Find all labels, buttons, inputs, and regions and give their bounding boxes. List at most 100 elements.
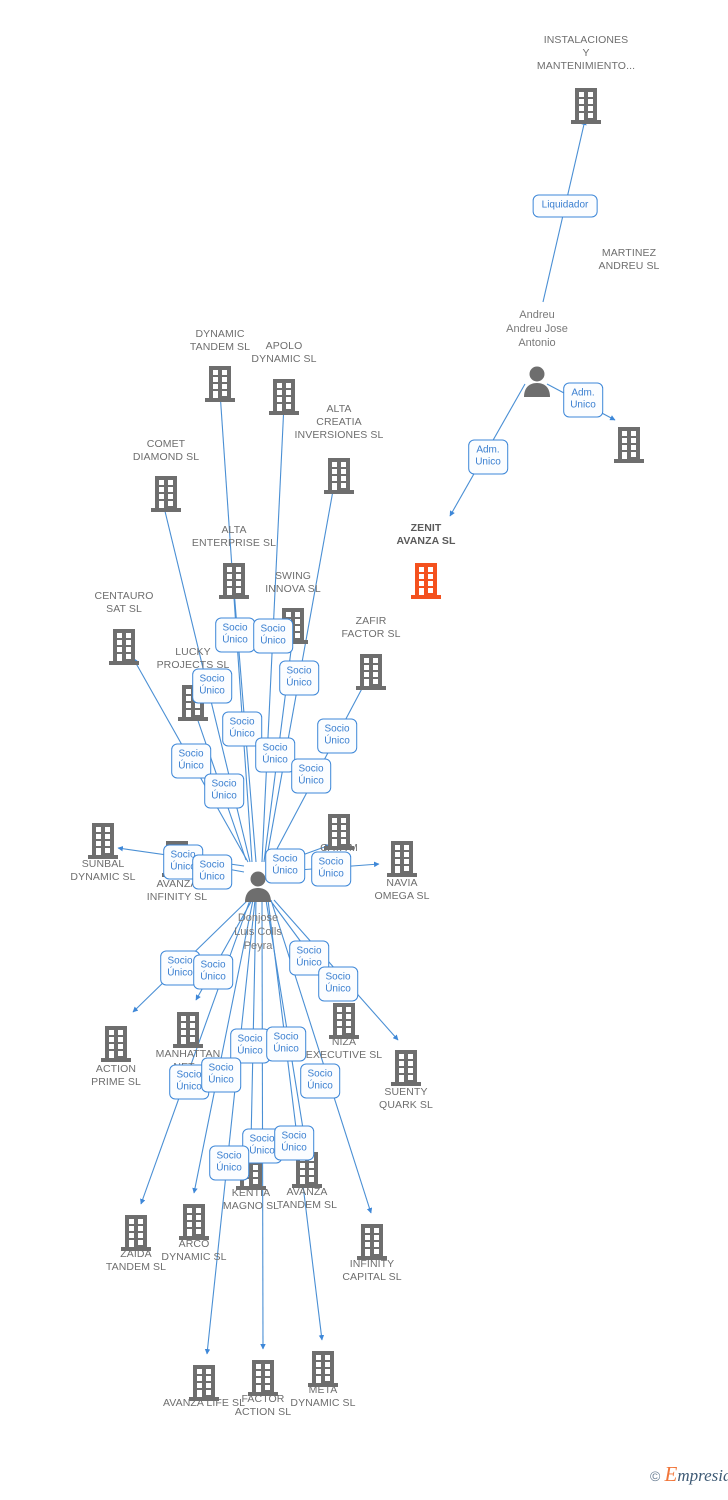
building-icon[interactable] — [187, 1363, 221, 1403]
company-label: CENTAURO SAT SL — [94, 590, 154, 615]
building-icon[interactable] — [355, 1222, 389, 1262]
label-socio-10[interactable]: Socio Único — [204, 773, 244, 809]
label-liquidador[interactable]: Liquidador — [532, 194, 598, 218]
company-icon-zafir-factor-sl[interactable] — [354, 651, 388, 692]
company-icon-sunbal-dynamic-sl[interactable] — [86, 820, 120, 861]
label-socio-18[interactable]: Socio Único — [318, 966, 358, 1002]
building-icon[interactable] — [107, 627, 141, 667]
person-node-person-andreu[interactable]: Andreu Andreu Jose Antonio — [506, 308, 568, 350]
company-icon-niza-executive-sl[interactable] — [327, 1000, 361, 1041]
label-socio-6[interactable]: Socio Único — [317, 718, 357, 754]
company-icon-manhattan-net-sl[interactable] — [171, 1009, 205, 1050]
person-node-person-donjose[interactable]: Donjose Luis Colls Peyra — [234, 911, 282, 953]
label-adm-unico-zenit[interactable]: Adm. Unico — [468, 439, 508, 475]
label-socio-26[interactable]: Socio Único — [209, 1145, 249, 1181]
company-node-suenty-quark-sl[interactable]: SUENTY QUARK SL — [379, 1086, 433, 1112]
label-socio-13[interactable]: Socio Único — [265, 848, 305, 884]
building-icon[interactable] — [409, 561, 443, 601]
company-label: ACTION PRIME SL — [91, 1063, 141, 1088]
company-node-alta-enterprise-sl[interactable]: ALTA ENTERPRISE SL — [192, 524, 276, 550]
company-node-comet-diamond-sl[interactable]: COMET DIAMOND SL — [133, 438, 199, 464]
building-icon[interactable] — [99, 1024, 133, 1064]
company-icon-action-prime-sl[interactable] — [99, 1023, 133, 1064]
company-icon-arco-dynamic-sl[interactable] — [177, 1201, 211, 1242]
label-socio-9[interactable]: Socio Único — [291, 758, 331, 794]
label-adm-unico-martinez[interactable]: Adm. Unico — [563, 382, 603, 418]
building-icon[interactable] — [177, 1202, 211, 1242]
edge-factor-action — [260, 899, 266, 1350]
label-socio-1[interactable]: Socio Único — [215, 617, 255, 653]
building-icon[interactable] — [612, 425, 646, 465]
person-label: Donjose Luis Colls Peyra — [234, 912, 282, 952]
company-icon-catam-sl[interactable] — [322, 811, 356, 852]
label-socio-2[interactable]: Socio Único — [253, 618, 293, 654]
building-icon[interactable] — [569, 86, 603, 126]
company-node-alta-creatia-inversiones-sl[interactable]: ALTA CREATIA INVERSIONES SL — [295, 403, 384, 442]
company-node-sunbal-dynamic-sl[interactable]: SUNBAL DYNAMIC SL — [70, 858, 135, 884]
company-icon-factor-action-sl[interactable] — [246, 1357, 280, 1398]
company-label: ZENIT AVANZA SL — [396, 522, 456, 547]
copyright-icon: © — [650, 1468, 661, 1484]
company-icon-meta-dynamic-sl[interactable] — [306, 1348, 340, 1389]
company-node-zafir-factor-sl[interactable]: ZAFIR FACTOR SL — [341, 615, 400, 641]
company-icon-martinez-andreu-sl[interactable] — [612, 424, 646, 465]
company-node-martinez-andreu-sl[interactable]: MARTINEZ ANDREU SL — [599, 247, 660, 273]
building-icon[interactable] — [327, 1001, 361, 1041]
label-socio-7[interactable]: Socio Único — [255, 737, 295, 773]
company-icon-dynamic-tandem-sl[interactable] — [203, 363, 237, 404]
label-socio-25[interactable]: Socio Único — [274, 1125, 314, 1161]
building-icon[interactable] — [322, 812, 356, 852]
company-label: COMET DIAMOND SL — [132, 438, 200, 463]
label-socio-16[interactable]: Socio Único — [193, 954, 233, 990]
building-icon[interactable] — [246, 1358, 280, 1398]
company-icon-instalaciones-mantenimiento[interactable] — [569, 85, 603, 126]
company-node-navia-omega-sl[interactable]: NAVIA OMEGA SL — [374, 877, 429, 903]
company-node-instalaciones-mantenimiento[interactable]: INSTALACIONES Y MANTENIMIENTO... — [537, 34, 635, 73]
label-socio-3[interactable]: Socio Único — [279, 660, 319, 696]
company-node-dynamic-tandem-sl[interactable]: DYNAMIC TANDEM SL — [190, 328, 250, 354]
company-node-action-prime-sl[interactable]: ACTION PRIME SL — [91, 1063, 141, 1089]
company-label: SUNBAL DYNAMIC SL — [70, 858, 136, 883]
building-icon[interactable] — [217, 561, 251, 601]
company-label: SUENTY QUARK SL — [379, 1086, 433, 1111]
company-icon-zenit-avanza-sl[interactable] — [409, 560, 443, 601]
building-icon[interactable] — [322, 456, 356, 496]
company-label: INSTALACIONES Y MANTENIMIENTO... — [536, 34, 636, 72]
company-icon-alta-enterprise-sl[interactable] — [217, 560, 251, 601]
company-icon-alta-creatia-inversiones-sl[interactable] — [322, 455, 356, 496]
label-socio-8[interactable]: Socio Único — [171, 743, 211, 779]
building-icon[interactable] — [389, 1048, 423, 1088]
building-icon[interactable] — [119, 1213, 153, 1253]
building-icon[interactable] — [149, 474, 183, 514]
company-icon-centauro-sat-sl[interactable] — [107, 626, 141, 667]
company-node-apolo-dynamic-sl[interactable]: APOLO DYNAMIC SL — [251, 340, 316, 366]
company-node-zenit-avanza-sl[interactable]: ZENIT AVANZA SL — [396, 522, 455, 548]
company-icon-suenty-quark-sl[interactable] — [389, 1047, 423, 1088]
label-socio-20[interactable]: Socio Único — [266, 1026, 306, 1062]
company-label: ALTA CREATIA INVERSIONES SL — [294, 403, 384, 441]
label-socio-22[interactable]: Socio Único — [201, 1057, 241, 1093]
building-icon[interactable] — [306, 1349, 340, 1389]
label-socio-4[interactable]: Socio Único — [192, 668, 232, 704]
company-icon-navia-omega-sl[interactable] — [385, 838, 419, 879]
company-node-swing-innova-sl[interactable]: SWING INNOVA SL — [265, 570, 321, 596]
empresia-watermark: © Empresia — [650, 1462, 728, 1487]
building-icon[interactable] — [171, 1010, 205, 1050]
building-icon[interactable] — [86, 821, 120, 861]
company-icon-infinity-capital-sl[interactable] — [355, 1221, 389, 1262]
company-icon-avanza-life-sl[interactable] — [187, 1362, 221, 1403]
building-icon[interactable] — [354, 652, 388, 692]
label-socio-12[interactable]: Socio Único — [192, 854, 232, 890]
company-icon-zaida-tandem-sl[interactable] — [119, 1212, 153, 1253]
label-socio-14[interactable]: Socio Único — [311, 851, 351, 887]
company-icon-comet-diamond-sl[interactable] — [149, 473, 183, 514]
company-label: NAVIA OMEGA SL — [374, 877, 430, 902]
person-icon[interactable] — [522, 365, 552, 397]
company-node-centauro-sat-sl[interactable]: CENTAURO SAT SL — [95, 590, 154, 616]
label-socio-23[interactable]: Socio Único — [300, 1063, 340, 1099]
building-icon[interactable] — [203, 364, 237, 404]
person-icon-person-andreu[interactable] — [522, 364, 552, 397]
building-icon[interactable] — [385, 839, 419, 879]
company-label: MARTINEZ ANDREU SL — [598, 247, 660, 272]
company-label: ALTA ENTERPRISE SL — [191, 524, 277, 549]
